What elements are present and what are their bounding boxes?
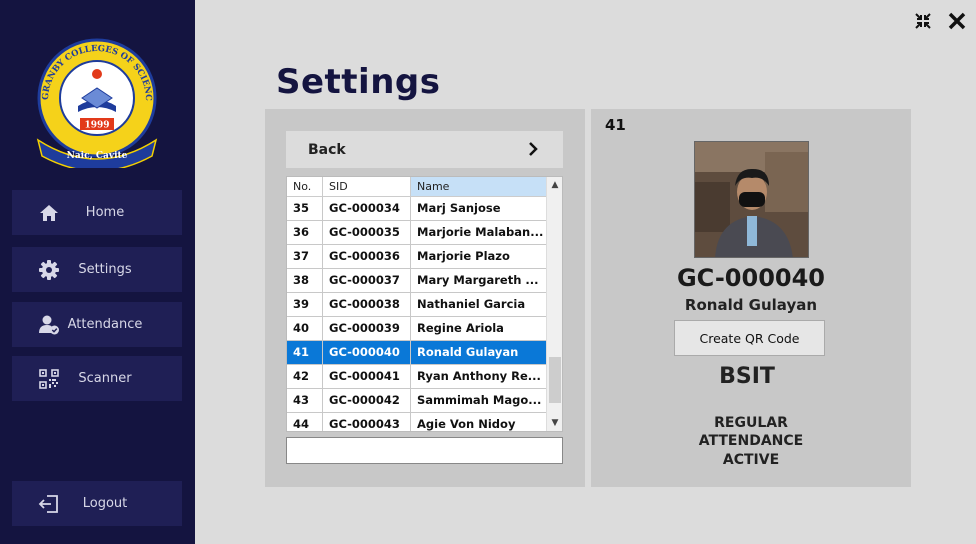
school-logo: GRANBY COLLEGES OF SCIENCE AND TECHNOLOG…	[30, 29, 160, 172]
column-header-name[interactable]: Name	[411, 177, 547, 197]
cell-sid: GC-000041	[323, 365, 411, 389]
student-status: ACTIVE	[722, 452, 780, 468]
column-header-sid[interactable]: SID	[323, 177, 411, 197]
cell-name: Nathaniel Garcia	[411, 293, 547, 317]
cell-no: 38	[287, 269, 323, 293]
cell-sid: GC-000040	[323, 341, 411, 365]
nav-settings-label: Settings	[78, 262, 132, 277]
student-category: ATTENDANCE	[698, 433, 804, 449]
scroll-down-icon[interactable]: ▼	[547, 415, 562, 431]
cell-no: 39	[287, 293, 323, 317]
cell-sid: GC-000036	[323, 245, 411, 269]
cell-name: Agie Von Nidoy	[411, 413, 547, 431]
column-header-no[interactable]: No.	[287, 177, 323, 197]
nav-home-button[interactable]: Home	[12, 190, 182, 235]
cell-no: 36	[287, 221, 323, 245]
back-button[interactable]: Back	[286, 131, 563, 168]
nav-scanner-button[interactable]: Scanner	[12, 356, 182, 401]
search-input[interactable]	[286, 437, 563, 464]
sidebar: GRANBY COLLEGES OF SCIENCE AND TECHNOLOG…	[0, 0, 195, 544]
cell-no: 40	[287, 317, 323, 341]
table-header: No. SID Name	[287, 177, 547, 197]
cell-name: Regine Ariola	[411, 317, 547, 341]
cell-no: 42	[287, 365, 323, 389]
table-row[interactable]: 37 GC-000036 Marjorie Plazo	[287, 245, 547, 269]
cell-name: Marj Sanjose	[411, 197, 547, 221]
nav-scanner-label: Scanner	[78, 371, 132, 386]
cell-name: Ryan Anthony Re...	[411, 365, 547, 389]
logout-label: Logout	[82, 496, 128, 511]
close-icon[interactable]	[948, 12, 966, 30]
student-detail-panel: 41 GC-000040 Ronald Gulayan Create QR Co…	[591, 109, 911, 487]
table-row[interactable]: 35 GC-000034 Marj Sanjose	[287, 197, 547, 221]
table-row[interactable]: 43 GC-000042 Sammimah Mago...	[287, 389, 547, 413]
cell-no: 43	[287, 389, 323, 413]
table-row[interactable]: 42 GC-000041 Ryan Anthony Re...	[287, 365, 547, 389]
cell-name: Sammimah Mago...	[411, 389, 547, 413]
cell-sid: GC-000038	[323, 293, 411, 317]
cell-no: 37	[287, 245, 323, 269]
cell-sid: GC-000035	[323, 221, 411, 245]
back-label: Back	[308, 141, 346, 158]
logo-year: 1999	[84, 121, 109, 131]
cell-sid: GC-000034	[323, 197, 411, 221]
student-table[interactable]: No. SID Name 35 GC-000034 Marj Sanjose 36 G…	[286, 176, 563, 432]
cell-name: Marjorie Plazo	[411, 245, 547, 269]
chevron-right-icon	[525, 141, 541, 157]
window-controls	[914, 12, 966, 30]
nav-settings-button[interactable]: Settings	[12, 247, 182, 292]
page-title: Settings	[276, 62, 441, 102]
table-row[interactable]: 39 GC-000038 Nathaniel Garcia	[287, 293, 547, 317]
cell-sid: GC-000043	[323, 413, 411, 431]
table-row[interactable]: 38 GC-000037 Mary Margareth ...	[287, 269, 547, 293]
table-body: 35 GC-000034 Marj Sanjose 36 GC-000035 Marjo…	[287, 197, 547, 431]
student-photo	[694, 141, 809, 258]
cell-sid: GC-000037	[323, 269, 411, 293]
student-list-panel: Back No. SID Name 35 GC-000034 Marj Sanjos…	[265, 109, 585, 487]
logo-location: Naic, Cavite	[67, 151, 128, 161]
nav-attendance-button[interactable]: Attendance	[12, 302, 182, 347]
vertical-scrollbar[interactable]: ▲ ▼	[546, 177, 562, 431]
student-course: BSIT	[719, 364, 775, 389]
scroll-up-icon[interactable]: ▲	[547, 177, 562, 193]
collapse-icon[interactable]	[914, 12, 932, 30]
cell-sid: GC-000039	[323, 317, 411, 341]
nav-home-label: Home	[85, 205, 125, 220]
cell-no: 35	[287, 197, 323, 221]
record-number: 41	[605, 116, 626, 134]
student-sid: GC-000040	[676, 264, 826, 292]
nav-attendance-label: Attendance	[67, 317, 143, 332]
student-type: REGULAR	[714, 415, 788, 431]
cell-no: 41	[287, 341, 323, 365]
cell-name: Ronald Gulayan	[411, 341, 547, 365]
cell-name: Marjorie Malaban...	[411, 221, 547, 245]
cell-no: 44	[287, 413, 323, 431]
cell-name: Mary Margareth ...	[411, 269, 547, 293]
table-row-selected[interactable]: 41 GC-000040 Ronald Gulayan	[287, 341, 547, 365]
table-row[interactable]: 44 GC-000043 Agie Von Nidoy	[287, 413, 547, 431]
table-row[interactable]: 40 GC-000039 Regine Ariola	[287, 317, 547, 341]
student-name: Ronald Gulayan	[684, 296, 818, 314]
cell-sid: GC-000042	[323, 389, 411, 413]
table-row[interactable]: 36 GC-000035 Marjorie Malaban...	[287, 221, 547, 245]
scroll-thumb[interactable]	[549, 357, 561, 403]
create-qr-button[interactable]: Create QR Code	[674, 320, 825, 356]
logout-button[interactable]: Logout	[12, 481, 182, 526]
